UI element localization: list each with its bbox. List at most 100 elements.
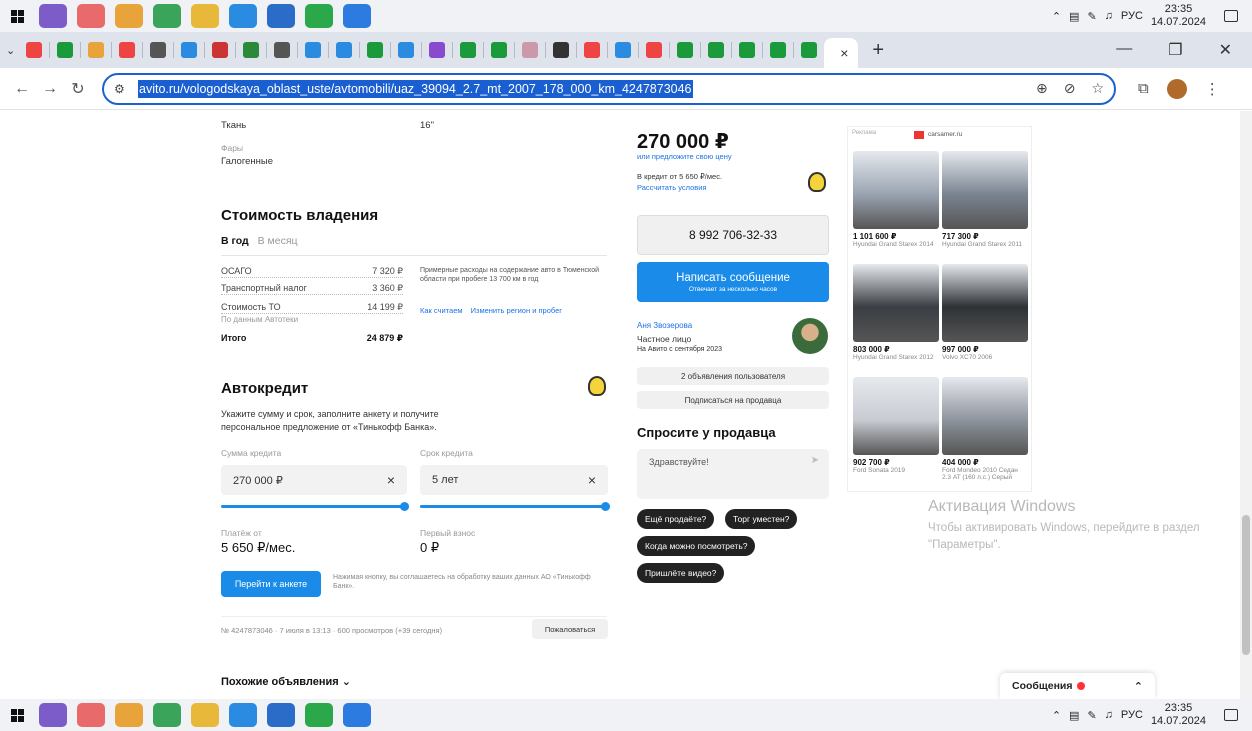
notifications-icon[interactable] (1224, 709, 1238, 721)
volume-icon[interactable]: ♫ (1105, 709, 1113, 721)
whatsapp-icon[interactable] (305, 703, 333, 727)
offer-price-link[interactable]: или предложите свою цену (637, 152, 732, 161)
tab-close-button[interactable]: × (840, 45, 848, 61)
tab-active[interactable]: × (824, 38, 859, 68)
write-message-button[interactable]: Написать сообщение Отвечает за несколько… (637, 262, 829, 302)
tab-favicon[interactable] (88, 42, 105, 58)
viber-icon[interactable] (39, 4, 67, 28)
how-calculated-link[interactable]: Как считаем (420, 306, 463, 315)
tab-favicon[interactable] (181, 42, 198, 58)
tray-chevron-icon[interactable]: ⌃ (1052, 709, 1061, 722)
url-text[interactable]: avito.ru/vologodskaya_oblast_uste/avtomo… (138, 79, 693, 98)
tab-favicon[interactable] (57, 42, 74, 58)
forward-icon[interactable]: → (36, 80, 64, 98)
tab-favicon[interactable] (150, 42, 167, 58)
app-icon[interactable] (343, 703, 371, 727)
credit-sum-slider[interactable] (221, 505, 405, 508)
ad-car-image[interactable] (853, 264, 939, 342)
tab-favicon[interactable] (398, 42, 415, 58)
pen-icon[interactable]: ✎ (1087, 709, 1096, 722)
minimize-icon[interactable]: — (1116, 40, 1132, 60)
show-phone-button[interactable]: 8 992 706-32-33 (637, 215, 829, 255)
tab-favicon[interactable] (553, 42, 570, 58)
tab-favicon[interactable] (739, 42, 756, 58)
chrome-icon[interactable] (115, 4, 143, 28)
tray-chevron-icon[interactable]: ⌃ (1052, 10, 1061, 23)
tab-favicon[interactable] (460, 42, 477, 58)
seller-listings-button[interactable]: 2 объявления пользователя (637, 367, 829, 385)
tab-favicon[interactable] (119, 42, 136, 58)
tab-search-icon[interactable]: ⌄ (6, 44, 15, 57)
clear-term-icon[interactable]: × (588, 472, 596, 488)
ad-car-image[interactable] (853, 151, 939, 229)
volume-icon[interactable]: ♫ (1105, 10, 1113, 22)
network-icon[interactable]: ▤ (1069, 709, 1079, 722)
tab-favicon[interactable] (212, 42, 229, 58)
excel-icon[interactable] (153, 703, 181, 727)
tab-per-year[interactable]: В год (221, 235, 249, 247)
report-button[interactable]: Пожаловаться (532, 619, 608, 639)
notes-icon[interactable] (267, 703, 295, 727)
tab-per-month[interactable]: В месяц (258, 235, 298, 247)
credit-term-slider-handle[interactable] (601, 502, 610, 511)
close-window-icon[interactable]: ✕ (1219, 40, 1232, 60)
quick-question-chip[interactable]: Ещё продаёте? (637, 509, 715, 529)
extensions-icon[interactable]: ⧉ (1138, 80, 1149, 97)
clear-sum-icon[interactable]: × (387, 472, 395, 488)
start-button[interactable] (0, 9, 34, 23)
tab-favicon[interactable] (708, 42, 725, 58)
scrollbar-thumb[interactable] (1242, 515, 1250, 655)
network-icon[interactable]: ▤ (1069, 10, 1079, 23)
flower-icon[interactable] (77, 4, 105, 28)
credit-sum-field[interactable]: 270 000 ₽ × (221, 465, 407, 495)
apply-form-button[interactable]: Перейти к анкете (221, 571, 321, 597)
ad-car-image[interactable] (942, 377, 1028, 455)
files-icon[interactable] (191, 4, 219, 28)
tab-favicon[interactable] (26, 42, 43, 58)
tab-favicon[interactable] (305, 42, 322, 58)
ad-car-image[interactable] (853, 377, 939, 455)
files-icon[interactable] (191, 703, 219, 727)
quick-question-chip[interactable]: Пришлёте видео? (637, 563, 725, 583)
credit-term-field[interactable]: 5 лет × (420, 465, 608, 495)
back-icon[interactable]: ← (8, 80, 36, 98)
credit-sum-slider-handle[interactable] (400, 502, 409, 511)
reload-icon[interactable]: ↻ (64, 79, 92, 99)
similar-listings-toggle[interactable]: Похожие объявления ⌄ (221, 675, 351, 688)
quick-question-chip[interactable]: Когда можно посмотреть? (637, 536, 756, 556)
omnibox[interactable]: ⚙ avito.ru/vologodskaya_oblast_uste/avto… (102, 72, 1116, 105)
bookmark-star-icon[interactable]: ☆ (1091, 80, 1104, 97)
profile-avatar[interactable] (1166, 78, 1187, 99)
ad-car-image[interactable] (942, 151, 1028, 229)
clock[interactable]: 23:35 14.07.2024 (1151, 3, 1206, 29)
telegram-icon[interactable] (229, 4, 257, 28)
tab-favicon[interactable] (584, 42, 601, 58)
flower-icon[interactable] (77, 703, 105, 727)
ad-car-image[interactable] (942, 264, 1028, 342)
tab-favicon[interactable] (615, 42, 632, 58)
pen-icon[interactable]: ✎ (1087, 10, 1096, 23)
zoom-icon[interactable]: ⊕ (1036, 80, 1048, 97)
new-tab-button[interactable]: + (872, 39, 884, 62)
tab-favicon[interactable] (801, 42, 818, 58)
clock[interactable]: 23:35 14.07.2024 (1151, 702, 1206, 728)
language-indicator[interactable]: РУС (1121, 10, 1143, 22)
tab-favicon[interactable] (243, 42, 260, 58)
site-info-icon[interactable]: ⚙ (114, 82, 132, 96)
app-icon[interactable] (343, 4, 371, 28)
seller-name[interactable]: Аня Звозерова (637, 321, 692, 330)
credit-calc-link[interactable]: Рассчитать условия (637, 183, 707, 192)
messages-bar[interactable]: Сообщения ⌃ (1000, 673, 1155, 699)
send-icon[interactable]: ➤ (811, 455, 819, 466)
tab-favicon[interactable] (429, 42, 446, 58)
restore-icon[interactable]: ❐ (1168, 40, 1182, 60)
tab-favicon[interactable] (646, 42, 663, 58)
subscribe-seller-button[interactable]: Подписаться на продавца (637, 391, 829, 409)
tab-favicon[interactable] (491, 42, 508, 58)
tab-favicon[interactable] (677, 42, 694, 58)
tab-favicon[interactable] (367, 42, 384, 58)
credit-term-slider[interactable] (420, 505, 606, 508)
tab-favicon[interactable] (770, 42, 787, 58)
viber-icon[interactable] (39, 703, 67, 727)
quick-question-chip[interactable]: Торг уместен? (725, 509, 798, 529)
